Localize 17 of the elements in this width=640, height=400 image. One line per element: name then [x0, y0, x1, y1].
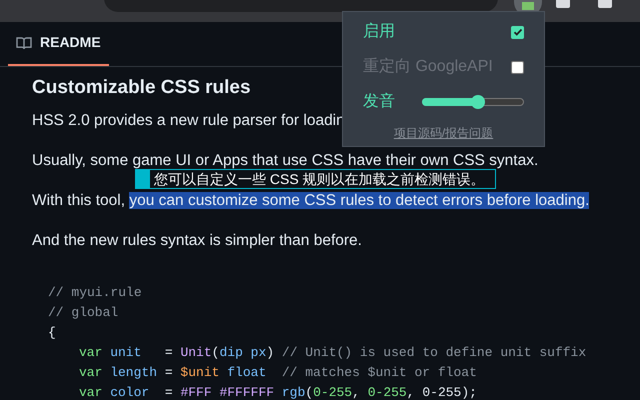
code-line: // myui.rule [48, 284, 142, 302]
book-icon [16, 34, 32, 50]
option-label: 发音 [363, 92, 395, 112]
volume-slider[interactable] [422, 95, 524, 109]
paragraph: And the new rules syntax is simpler than before. [32, 231, 363, 251]
readme-tab[interactable]: README [8, 21, 109, 66]
code-line: { [48, 324, 56, 342]
code-line: var length = $unit float // matches $unit or float [79, 364, 477, 382]
section-heading: Customizable CSS rules [32, 76, 251, 100]
option-label: 启用 [363, 22, 395, 42]
code-line: // global [48, 304, 118, 322]
code-line: var unit = Unit(dip px) // Unit() is used to define unit suffix [79, 344, 586, 362]
checkbox[interactable] [511, 26, 524, 38]
paragraph: Usually, some game UI or Apps that use CSS have their own CSS syntax. [32, 151, 540, 171]
tooltip-marker [135, 169, 150, 189]
paragraph: With this tool, you can customize some CSS rules to detect errors before loading. [32, 191, 590, 211]
code-line: var color = #FFF #FFFFFF rgb(0-255, 0-255, 0-255); [79, 384, 477, 400]
